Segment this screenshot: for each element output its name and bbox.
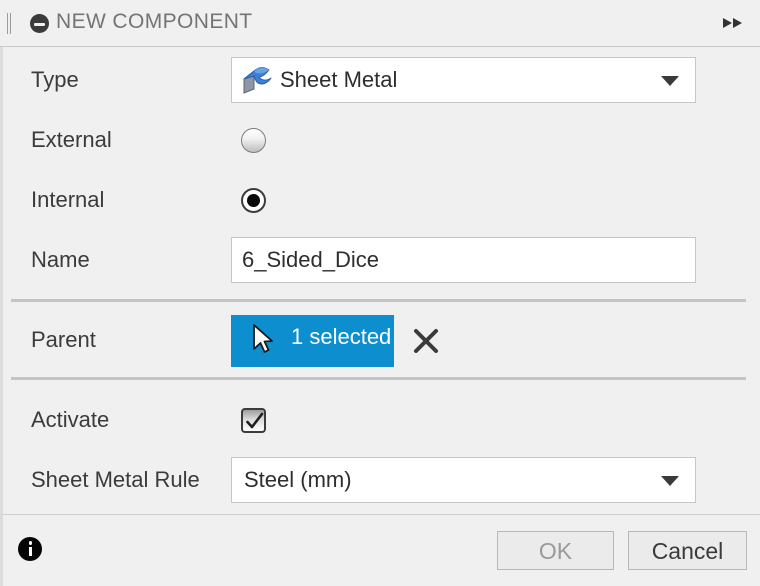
dialog-title: NEW COMPONENT bbox=[56, 10, 253, 33]
activate-label: Activate bbox=[31, 407, 110, 432]
mouse-cursor-icon bbox=[251, 323, 277, 360]
section-separator-2 bbox=[11, 377, 746, 380]
type-value: Sheet Metal bbox=[280, 67, 398, 92]
new-component-dialog: NEW COMPONENT Type Sheet Metal External … bbox=[0, 0, 760, 586]
checkmark-icon bbox=[246, 412, 264, 429]
parent-selection-count: 1 selected bbox=[291, 324, 392, 349]
ok-button[interactable]: OK bbox=[497, 531, 614, 570]
cancel-button[interactable]: Cancel bbox=[628, 531, 747, 570]
internal-label: Internal bbox=[31, 187, 105, 212]
external-label: External bbox=[31, 127, 112, 152]
sheet-metal-rule-value: Steel (mm) bbox=[244, 467, 352, 492]
activate-checkbox[interactable] bbox=[241, 408, 266, 433]
internal-radio[interactable] bbox=[241, 188, 266, 213]
dialog-body: Type Sheet Metal External Internal Name … bbox=[0, 47, 760, 514]
name-input[interactable]: 6_Sided_Dice bbox=[231, 237, 696, 283]
name-value: 6_Sided_Dice bbox=[242, 247, 379, 272]
minus-circle-icon[interactable] bbox=[30, 14, 49, 33]
close-x-icon[interactable] bbox=[413, 328, 439, 354]
fast-forward-icon[interactable] bbox=[722, 17, 748, 30]
chevron-down-icon[interactable] bbox=[661, 76, 679, 86]
section-separator-1 bbox=[11, 299, 746, 302]
external-radio[interactable] bbox=[241, 128, 266, 153]
sheet-metal-rule-label: Sheet Metal Rule bbox=[31, 467, 200, 492]
chevron-down-icon[interactable] bbox=[661, 476, 679, 486]
type-label: Type bbox=[31, 67, 79, 92]
sheet-metal-icon bbox=[240, 65, 274, 101]
parent-label: Parent bbox=[31, 327, 96, 352]
parent-select-button[interactable]: 1 selected bbox=[231, 315, 394, 367]
drag-grip-icon[interactable] bbox=[6, 13, 13, 34]
info-circle-icon[interactable] bbox=[18, 537, 42, 561]
sheet-metal-rule-dropdown[interactable]: Steel (mm) bbox=[231, 457, 696, 503]
name-label: Name bbox=[31, 247, 90, 272]
type-dropdown[interactable]: Sheet Metal bbox=[231, 57, 696, 103]
dialog-titlebar: NEW COMPONENT bbox=[0, 0, 760, 47]
